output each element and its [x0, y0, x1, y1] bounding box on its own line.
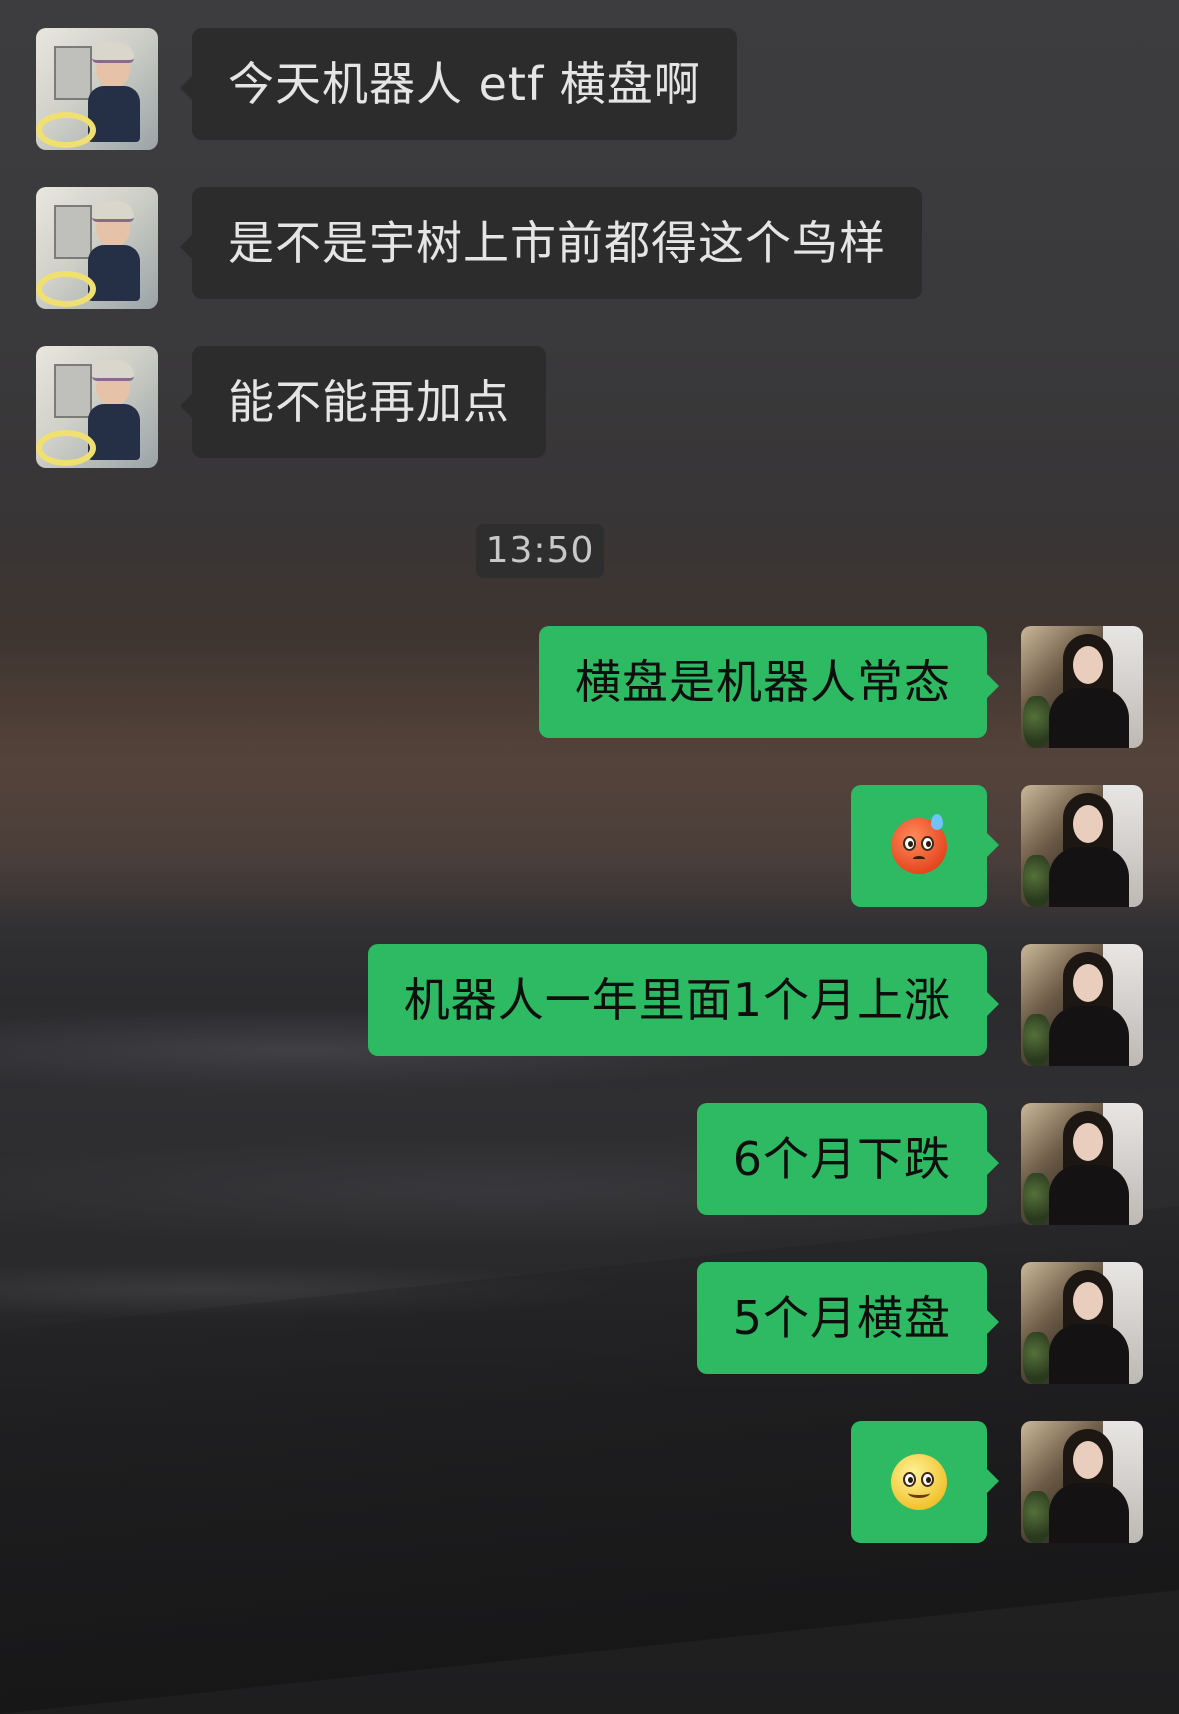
message-row-outgoing: 横盘是机器人常态 [539, 626, 1143, 748]
outgoing-message-bubble[interactable]: 机器人一年里面1个月上涨 [367, 944, 1000, 1056]
message-row-incoming: 能不能再加点 [36, 346, 546, 468]
contact-avatar[interactable] [36, 346, 158, 468]
message-row-outgoing [851, 1421, 1143, 1543]
message-row-outgoing: 5个月横盘 [696, 1262, 1143, 1384]
message-timestamp: 13:50 [476, 524, 604, 578]
outgoing-message-bubble[interactable]: 横盘是机器人常态 [539, 626, 999, 738]
incoming-message-bubble[interactable]: 是不是宇树上市前都得这个鸟样 [180, 187, 922, 299]
outgoing-emoji-bubble[interactable] [851, 1421, 999, 1543]
my-avatar[interactable] [1021, 1421, 1143, 1543]
my-avatar[interactable] [1021, 1262, 1143, 1384]
smile-face-emoji-icon [891, 1454, 947, 1510]
outgoing-message-bubble[interactable]: 6个月下跌 [696, 1103, 1000, 1215]
message-row-incoming: 今天机器人 etf 横盘啊 [36, 28, 737, 150]
message-row-outgoing [851, 785, 1143, 907]
message-row-outgoing: 6个月下跌 [696, 1103, 1143, 1225]
my-avatar[interactable] [1021, 785, 1143, 907]
my-avatar[interactable] [1021, 1103, 1143, 1225]
contact-avatar[interactable] [36, 28, 158, 150]
incoming-message-bubble[interactable]: 今天机器人 etf 横盘啊 [180, 28, 737, 140]
message-row-outgoing: 机器人一年里面1个月上涨 [367, 944, 1143, 1066]
sweat-face-emoji-icon [891, 814, 947, 874]
message-row-incoming: 是不是宇树上市前都得这个鸟样 [36, 187, 922, 309]
outgoing-message-bubble[interactable]: 5个月横盘 [696, 1262, 1000, 1374]
my-avatar[interactable] [1021, 944, 1143, 1066]
incoming-message-bubble[interactable]: 能不能再加点 [180, 346, 546, 458]
my-avatar[interactable] [1021, 626, 1143, 748]
contact-avatar[interactable] [36, 187, 158, 309]
outgoing-emoji-bubble[interactable] [851, 785, 999, 907]
